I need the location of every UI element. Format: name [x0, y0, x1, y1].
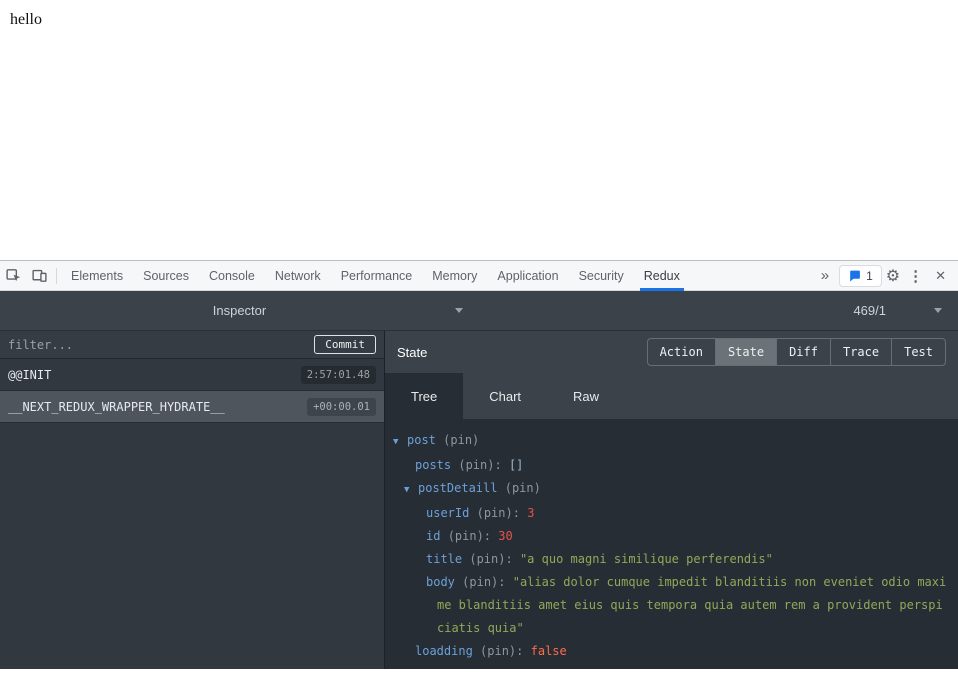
pin-link[interactable]: (pin): — [480, 644, 523, 658]
expand-arrow-icon[interactable]: ▼ — [393, 431, 407, 454]
instance-dropdown[interactable]: 469/1 — [479, 291, 958, 330]
state-panel-title: State — [397, 344, 428, 360]
tree-node: loadding (pin): false — [385, 640, 948, 663]
pin-link[interactable]: (pin): — [448, 529, 491, 543]
close-devtools-icon[interactable]: ✕ — [931, 268, 950, 284]
more-tabs-chevron-icon[interactable]: » — [815, 267, 835, 284]
tree-node: body (pin): "alias dolor cumque impedit … — [385, 571, 948, 640]
instance-dropdown-label: 469/1 — [853, 303, 886, 318]
inspect-cursor-icon — [5, 269, 20, 282]
toolbar-separator — [56, 267, 57, 284]
settings-gear-icon[interactable]: ⚙ — [886, 266, 900, 286]
page-text: hello — [10, 11, 42, 28]
tree-node: ▼ post (pin) — [385, 429, 948, 454]
action-list-panel: Commit @@INIT 2:57:01.48 __NEXT_REDUX_WRAP… — [0, 331, 385, 669]
monitor-dropdown-label: Inspector — [212, 303, 267, 318]
view-tab-chart[interactable]: Chart — [463, 373, 547, 419]
devtools-tab-strip: Elements Sources Console Network Performance… — [61, 261, 690, 291]
action-timestamp: +00:00.01 — [307, 397, 376, 416]
pin-link[interactable]: (pin): — [462, 575, 505, 589]
monitor-dropdown[interactable]: Inspector — [0, 291, 479, 330]
commit-button[interactable]: Commit — [314, 335, 376, 354]
state-panel: State Action State Diff Trace Test Tree Chart… — [385, 331, 958, 669]
device-toolbar-button[interactable] — [26, 263, 52, 289]
tree-key[interactable]: userId — [426, 506, 469, 520]
tree-value: "alias dolor cumque impedit blanditiis n… — [437, 575, 947, 635]
view-tab-tree[interactable]: Tree — [385, 373, 464, 419]
pin-link[interactable]: (pin): — [458, 458, 501, 472]
pin-link[interactable]: (pin) — [505, 481, 541, 495]
tree-key[interactable]: id — [426, 529, 440, 543]
state-view-tabs: Tree Chart Raw — [385, 373, 958, 419]
tab-application[interactable]: Application — [487, 261, 568, 291]
expand-arrow-icon[interactable]: ▼ — [404, 479, 418, 502]
tab-elements[interactable]: Elements — [61, 261, 133, 291]
redux-main: Commit @@INIT 2:57:01.48 __NEXT_REDUX_WRAP… — [0, 331, 958, 669]
pin-link[interactable]: (pin) — [443, 433, 479, 447]
tree-key[interactable]: posts — [415, 458, 451, 472]
state-panel-header: State Action State Diff Trace Test — [385, 331, 958, 373]
view-tab-raw[interactable]: Raw — [547, 373, 625, 419]
tab-memory[interactable]: Memory — [422, 261, 487, 291]
devtools-tabbar-right: » 1 ⚙ ⋮ ✕ — [815, 264, 958, 287]
trace-mode-button[interactable]: Trace — [831, 339, 893, 365]
redux-top-toolbar: Inspector 469/1 — [0, 291, 958, 331]
action-name: @@INIT — [8, 367, 52, 382]
tab-console[interactable]: Console — [199, 261, 265, 291]
tree-key[interactable]: body — [426, 575, 455, 589]
tree-node: userId (pin): 3 — [385, 502, 948, 525]
issues-bubble-icon — [850, 270, 860, 282]
state-mode-button[interactable]: State — [715, 339, 778, 365]
devtools-tabbar: Elements Sources Console Network Performance… — [0, 261, 958, 291]
diff-mode-button[interactable]: Diff — [777, 339, 831, 365]
tab-sources[interactable]: Sources — [133, 261, 199, 291]
tree-key[interactable]: title — [426, 552, 462, 566]
tree-node: ▼ postDetaill (pin) — [385, 477, 948, 502]
chevron-down-icon — [934, 308, 942, 313]
overflow-menu-icon[interactable]: ⋮ — [904, 267, 927, 285]
tree-value: "a quo magni similique perferendis" — [519, 552, 773, 566]
action-timestamp: 2:57:01.48 — [300, 365, 376, 384]
tree-value: 30 — [498, 529, 513, 543]
chevron-down-icon — [455, 308, 463, 313]
state-tree: ▼ post (pin) posts (pin): [] ▼ postDetaill (… — [385, 419, 958, 669]
tab-performance[interactable]: Performance — [331, 261, 423, 291]
tab-network[interactable]: Network — [265, 261, 331, 291]
test-mode-button[interactable]: Test — [892, 339, 945, 365]
issues-count: 1 — [866, 268, 873, 283]
action-name: __NEXT_REDUX_WRAPPER_HYDRATE__ — [8, 399, 225, 414]
tree-value: false — [530, 644, 567, 658]
tab-redux[interactable]: Redux — [634, 261, 690, 291]
tree-node: title (pin): "a quo magni similique perf… — [385, 548, 948, 571]
issues-button[interactable]: 1 — [839, 264, 882, 287]
tree-node: posts (pin): [] — [385, 454, 948, 477]
device-toolbar-icon — [31, 269, 47, 282]
action-mode-button[interactable]: Action — [648, 339, 716, 365]
tree-node: id (pin): 30 — [385, 525, 948, 548]
tree-value: 3 — [527, 506, 535, 520]
action-list-item[interactable]: __NEXT_REDUX_WRAPPER_HYDRATE__ +00:00.01 — [0, 391, 384, 423]
filter-row: Commit — [0, 331, 384, 359]
filter-input[interactable] — [8, 337, 315, 352]
tree-key[interactable]: post — [407, 433, 436, 447]
action-list: @@INIT 2:57:01.48 __NEXT_REDUX_WRAPPER_HYD… — [0, 359, 384, 423]
pin-link[interactable]: (pin): — [469, 552, 512, 566]
devtools-panel: Elements Sources Console Network Performance… — [0, 260, 958, 669]
tab-security[interactable]: Security — [569, 261, 634, 291]
tree-key[interactable]: loadding — [415, 644, 473, 658]
web-page: hello — [0, 0, 958, 260]
inspect-element-button[interactable] — [0, 263, 26, 289]
tree-value: [] — [508, 458, 524, 472]
pin-link[interactable]: (pin): — [477, 506, 520, 520]
action-list-item[interactable]: @@INIT 2:57:01.48 — [0, 359, 384, 391]
tree-key[interactable]: postDetaill — [418, 481, 497, 495]
monitor-mode-buttons: Action State Diff Trace Test — [646, 338, 946, 366]
